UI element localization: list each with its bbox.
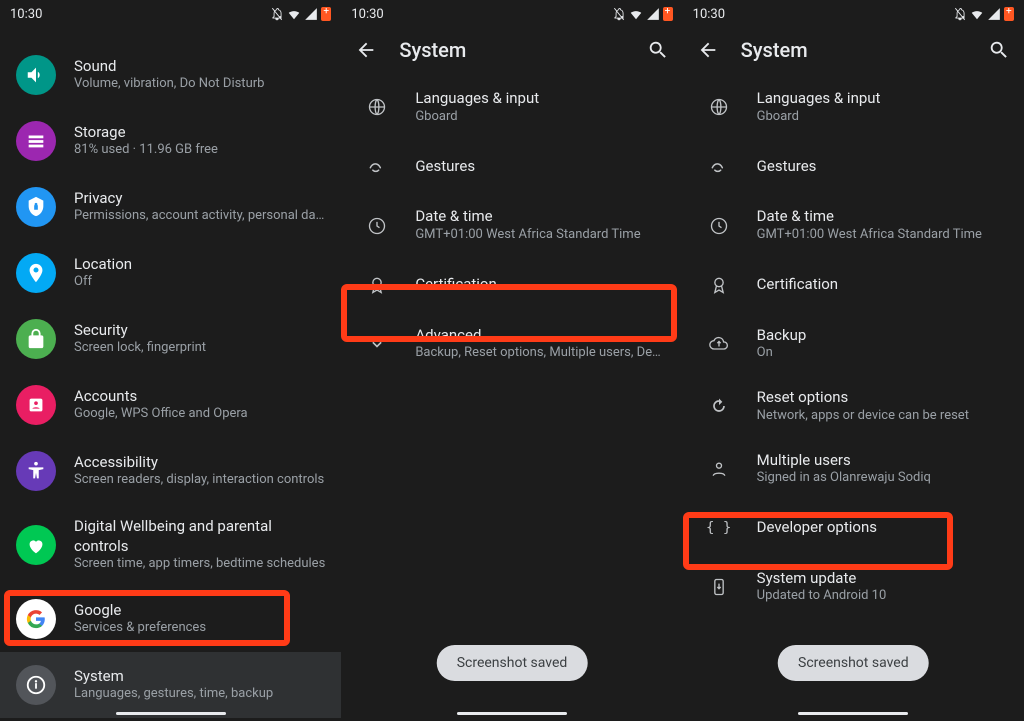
clock-icon (357, 216, 397, 236)
accessibility-icon (16, 451, 56, 491)
panel-settings: 10:30 x SoundVolume, vibration, Do Not D… (0, 0, 341, 721)
wifi-icon (970, 7, 984, 21)
panel-system-collapsed: 10:30 System Languages & inputGboard Ges… (341, 0, 682, 721)
dnd-icon (270, 7, 284, 21)
clock-icon (699, 216, 739, 236)
row-date-time[interactable]: Date & timeGMT+01:00 West Africa Standar… (341, 194, 682, 256)
status-icons: x (270, 7, 331, 21)
row-wellbeing[interactable]: Digital Wellbeing and parental controlsS… (0, 504, 341, 586)
svg-text:x: x (308, 11, 311, 17)
row-sound[interactable]: SoundVolume, vibration, Do Not Disturb (0, 42, 341, 108)
clock: 10:30 (693, 7, 725, 22)
status-bar: 10:30 (683, 0, 1024, 28)
status-icons (612, 7, 673, 21)
users-icon (699, 459, 739, 479)
row-certification[interactable]: Certification (341, 257, 682, 313)
row-date-time[interactable]: Date & timeGMT+01:00 West Africa Standar… (683, 194, 1024, 256)
globe-icon (699, 97, 739, 117)
back-icon[interactable] (355, 39, 377, 61)
row-google[interactable]: GoogleServices & preferences (0, 586, 341, 652)
row-developer-options[interactable]: { } Developer options (683, 500, 1024, 556)
sound-icon (16, 55, 56, 95)
row-backup[interactable]: BackupOn (683, 313, 1024, 375)
row-certification[interactable]: Certification (683, 257, 1024, 313)
gesture-nav-bar[interactable] (457, 712, 567, 715)
backup-icon (699, 334, 739, 354)
clock: 10:30 (10, 7, 42, 22)
page-title: System (399, 38, 624, 62)
dnd-icon (612, 7, 626, 21)
system-list-expanded[interactable]: Languages & inputGboard Gestures Date & … (683, 76, 1024, 721)
battery-saver-icon (663, 7, 673, 21)
row-gestures[interactable]: Gestures (683, 138, 1024, 194)
dnd-icon (953, 7, 967, 21)
storage-icon (16, 121, 56, 161)
battery-saver-icon (321, 7, 331, 21)
globe-icon (357, 97, 397, 117)
certification-icon (699, 275, 739, 295)
row-security[interactable]: SecurityScreen lock, fingerprint (0, 306, 341, 372)
search-icon[interactable] (988, 39, 1010, 61)
battery-saver-icon (1004, 7, 1014, 21)
row-storage[interactable]: Storage81% used · 11.96 GB free (0, 108, 341, 174)
toast-screenshot-saved[interactable]: Screenshot saved (437, 645, 588, 681)
row-system-update[interactable]: System updateUpdated to Android 10 (683, 556, 1024, 618)
row-advanced[interactable]: AdvancedBackup, Reset options, Multiple … (341, 313, 682, 375)
reset-icon (699, 396, 739, 416)
chevron-down-icon (357, 334, 397, 354)
row-gestures[interactable]: Gestures (341, 138, 682, 194)
accounts-icon (16, 385, 56, 425)
wifi-icon (287, 7, 301, 21)
gestures-icon (357, 156, 397, 176)
row-privacy[interactable]: PrivacyPermissions, account activity, pe… (0, 174, 341, 240)
row-accounts[interactable]: AccountsGoogle, WPS Office and Opera (0, 372, 341, 438)
back-icon[interactable] (697, 39, 719, 61)
row-reset-options[interactable]: Reset optionsNetwork, apps or device can… (683, 375, 1024, 437)
system-icon (16, 665, 56, 705)
header: System (341, 28, 682, 76)
system-update-icon (699, 577, 739, 597)
page-title: System (741, 38, 966, 62)
location-icon (16, 253, 56, 293)
security-icon (16, 319, 56, 359)
gestures-icon (699, 156, 739, 176)
developer-icon: { } (699, 520, 739, 536)
gesture-nav-bar[interactable] (798, 712, 908, 715)
row-multiple-users[interactable]: Multiple usersSigned in as Olanrewaju So… (683, 438, 1024, 500)
row-accessibility[interactable]: AccessibilityScreen readers, display, in… (0, 438, 341, 504)
google-icon (16, 599, 56, 639)
row-location[interactable]: LocationOff (0, 240, 341, 306)
privacy-icon (16, 187, 56, 227)
toast-screenshot-saved[interactable]: Screenshot saved (778, 645, 929, 681)
status-icons (953, 7, 1014, 21)
clock: 10:30 (351, 7, 383, 22)
wifi-icon (629, 7, 643, 21)
status-bar: 10:30 x (0, 0, 341, 28)
search-icon[interactable] (647, 39, 669, 61)
signal-icon (987, 7, 1001, 21)
row-system[interactable]: SystemLanguages, gestures, time, backup (0, 652, 341, 718)
signal-icon: x (304, 7, 318, 21)
certification-icon (357, 275, 397, 295)
signal-icon (646, 7, 660, 21)
gesture-nav-bar[interactable] (116, 712, 226, 715)
status-bar: 10:30 (341, 0, 682, 28)
panel-system-expanded: 10:30 System Languages & inputGboard Ges… (683, 0, 1024, 721)
settings-list[interactable]: SoundVolume, vibration, Do Not Disturb S… (0, 42, 341, 721)
header: System (683, 28, 1024, 76)
row-languages[interactable]: Languages & inputGboard (683, 76, 1024, 138)
system-list[interactable]: Languages & inputGboard Gestures Date & … (341, 76, 682, 721)
wellbeing-icon (16, 525, 56, 565)
row-languages[interactable]: Languages & inputGboard (341, 76, 682, 138)
